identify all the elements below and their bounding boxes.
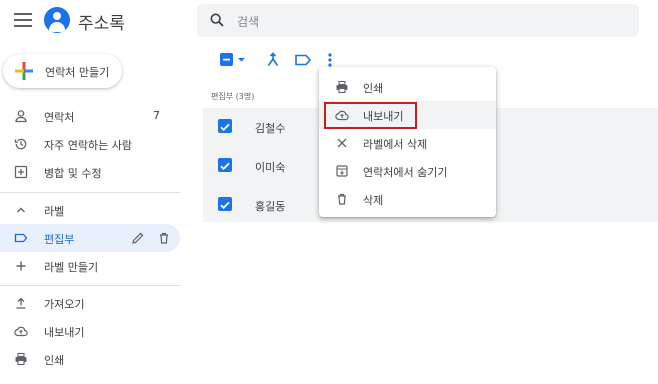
- export-highlight-box: [324, 102, 417, 129]
- trash-icon: [338, 193, 346, 205]
- sidebar-item-label: 가져오기: [44, 298, 85, 311]
- menu-item-delete[interactable]: 삭제: [319, 185, 496, 213]
- create-contact-button[interactable]: 연락처 만들기: [3, 54, 122, 88]
- sidebar-divider: [0, 192, 180, 193]
- checkbox-indeterminate-icon: [220, 53, 245, 66]
- check-icon: [220, 201, 230, 210]
- menu-item-remove-from-label[interactable]: 라벨에서 삭제: [319, 129, 496, 157]
- select-all-dropdown[interactable]: [219, 51, 249, 69]
- menu-item-label: 삭제: [363, 194, 384, 207]
- group-header: 편집부 (3명): [211, 92, 255, 101]
- menu-item-label: 인쇄: [363, 82, 384, 95]
- merge-fix-icon: [14, 165, 28, 179]
- sidebar-divider: [0, 285, 180, 286]
- print-icon: [336, 80, 348, 94]
- sidebar-item-label-editorial[interactable]: 편집부: [0, 224, 180, 252]
- print-icon: [15, 352, 27, 366]
- sidebar-item-label: 병합 및 수정: [44, 167, 102, 180]
- chevron-up-icon: [17, 207, 25, 213]
- merge-icon: [267, 52, 279, 66]
- sidebar-item-frequent[interactable]: 자주 연락하는 사람: [0, 130, 180, 158]
- create-label-button[interactable]: 라벨 만들기: [0, 252, 180, 280]
- sidebar-item-label: 라벨 만들기: [44, 261, 99, 274]
- sidebar-item-export[interactable]: 내보내기: [0, 317, 180, 345]
- contact-name: 이미숙: [255, 161, 286, 174]
- more-actions-menu: 인쇄 내보내기 라벨에서 삭제 연락처에서 숨기기 삭제: [319, 67, 496, 217]
- sidebar-item-label: 인쇄: [44, 354, 65, 367]
- menu-item-label: 라벨에서 삭제: [363, 138, 428, 151]
- create-contact-label: 연락처 만들기: [45, 66, 110, 79]
- labels-section-toggle[interactable]: 라벨: [0, 196, 180, 224]
- search-bar[interactable]: 검색: [197, 4, 639, 37]
- menu-item-label: 연락처에서 숨기기: [363, 166, 448, 179]
- edit-pencil-icon[interactable]: [131, 231, 145, 245]
- plus-icon: [16, 261, 26, 271]
- label-icon: [295, 54, 312, 66]
- merge-button[interactable]: [265, 51, 281, 69]
- close-icon: [337, 138, 347, 148]
- main-menu-button[interactable]: [14, 12, 32, 28]
- plus-icon: [15, 62, 33, 80]
- cloud-upload-icon: [14, 326, 28, 337]
- upload-icon: [16, 297, 26, 309]
- menu-item-hide-from-contacts[interactable]: 연락처에서 숨기기: [319, 157, 496, 185]
- contact-name: 김철수: [255, 122, 286, 135]
- sidebar-item-print[interactable]: 인쇄: [0, 345, 180, 373]
- row-checkbox[interactable]: [218, 158, 232, 172]
- label-icon: [14, 233, 28, 243]
- row-checkbox[interactable]: [218, 197, 232, 211]
- sidebar-item-label: 내보내기: [44, 326, 85, 339]
- archive-icon: [336, 165, 348, 177]
- person-icon: [15, 110, 27, 123]
- sidebar-item-label: 편집부: [44, 233, 75, 246]
- trash-icon[interactable]: [157, 231, 171, 245]
- sidebar-item-merge[interactable]: 병합 및 수정: [0, 158, 180, 186]
- history-icon: [14, 138, 27, 150]
- labels-header: 라벨: [44, 205, 65, 218]
- check-icon: [220, 162, 230, 171]
- contact-name: 홍길동: [255, 200, 286, 213]
- sidebar-item-label: 연락처: [44, 111, 75, 124]
- search-input[interactable]: 검색: [237, 13, 259, 30]
- contacts-count: 7: [153, 109, 160, 122]
- sidebar-item-label: 자주 연락하는 사람: [44, 139, 132, 152]
- sidebar-item-import[interactable]: 가져오기: [0, 289, 180, 317]
- manage-labels-button[interactable]: [294, 51, 312, 69]
- search-icon: [210, 13, 224, 27]
- app-title: 주소록: [78, 14, 125, 34]
- contacts-logo-icon: [44, 7, 70, 33]
- sidebar-item-contacts[interactable]: 연락처 7: [0, 102, 180, 130]
- check-icon: [220, 123, 230, 132]
- menu-item-print[interactable]: 인쇄: [319, 73, 496, 101]
- row-checkbox[interactable]: [218, 119, 232, 133]
